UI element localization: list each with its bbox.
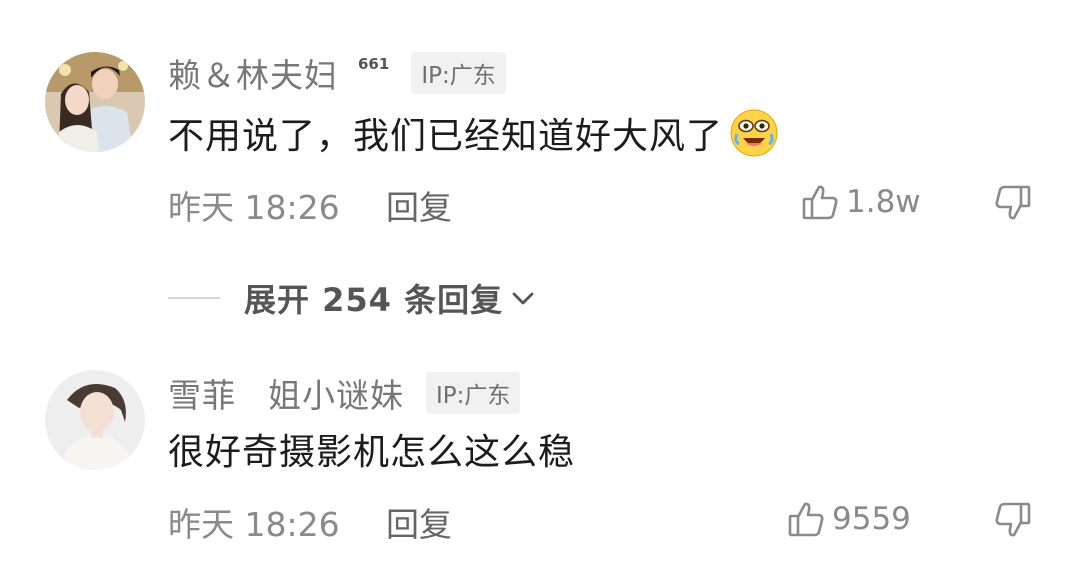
comment-text: 不用说了，我们已经知道好大风了 bbox=[168, 116, 724, 157]
expand-replies-button[interactable]: 展开 254 条回复 bbox=[168, 276, 537, 320]
like-count: 9559 bbox=[832, 501, 911, 537]
user-level-badge: 661 bbox=[358, 55, 390, 73]
comment-timestamp: 昨天 18:26 bbox=[168, 188, 340, 227]
like-button[interactable]: 9559 bbox=[786, 498, 911, 540]
comment-text-row: 不用说了，我们已经知道好大风了 bbox=[168, 108, 779, 158]
reply-button[interactable]: 回复 bbox=[386, 181, 452, 229]
chevron-down-icon bbox=[509, 284, 537, 312]
thumbs-up-icon bbox=[786, 499, 826, 539]
comment-text: 很好奇摄影机怎么这么稳 bbox=[168, 432, 576, 473]
expand-replies-label: 展开 254 条回复 bbox=[244, 281, 504, 319]
thumbs-down-icon[interactable] bbox=[993, 183, 1033, 223]
tears-of-joy-emoji-icon bbox=[729, 108, 779, 158]
like-count: 1.8w bbox=[846, 184, 921, 220]
ip-location-badge: IP:广东 bbox=[411, 52, 506, 94]
comment-timestamp: 昨天 18:26 bbox=[168, 505, 340, 544]
thumbs-up-icon bbox=[800, 182, 840, 222]
like-button[interactable]: 1.8w bbox=[800, 181, 921, 223]
comment-header: 赖＆林夫妇 661 IP:广东 bbox=[168, 50, 506, 96]
avatar[interactable] bbox=[45, 370, 145, 470]
divider-line bbox=[168, 297, 220, 299]
username[interactable]: 雪菲 bbox=[168, 369, 236, 417]
avatar[interactable] bbox=[45, 52, 145, 152]
comment-text-row: 很好奇摄影机怎么这么稳 bbox=[168, 424, 575, 474]
user-subtitle: 姐小谜妹 bbox=[268, 376, 404, 415]
reply-button[interactable]: 回复 bbox=[386, 498, 452, 546]
comment-header: 雪菲 姐小谜妹 IP:广东 bbox=[168, 369, 521, 417]
comment-item: 雪菲 姐小谜妹 IP:广东 很好奇摄影机怎么这么稳 昨天 18:26 回复 95… bbox=[0, 340, 1080, 583]
username[interactable]: 赖＆林夫妇 bbox=[168, 49, 338, 97]
thumbs-down-icon[interactable] bbox=[993, 500, 1033, 540]
comment-item: 赖＆林夫妇 661 IP:广东 不用说了，我们已经知道好大风了 昨天 18:26… bbox=[0, 0, 1080, 260]
ip-location-badge: IP:广东 bbox=[426, 372, 521, 414]
